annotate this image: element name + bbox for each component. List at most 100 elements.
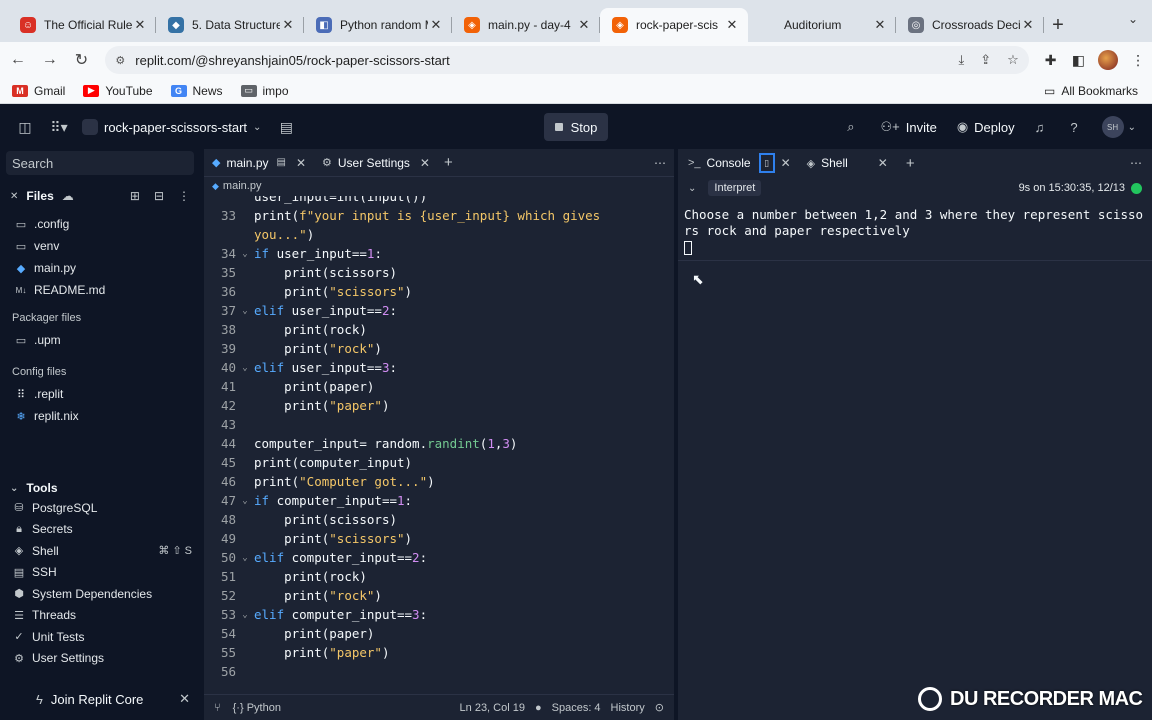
new-tab-icon[interactable]: +: [1044, 8, 1072, 42]
code-line[interactable]: 53 ⌄ elif computer_input==3:: [204, 605, 674, 624]
tool-item-unit-tests[interactable]: ✓ Unit Tests: [0, 626, 200, 648]
bell-icon[interactable]: ♫: [1035, 120, 1051, 135]
close-icon[interactable]: ✕: [420, 156, 430, 170]
code-line[interactable]: 43: [204, 415, 674, 434]
search-icon[interactable]: ⌕: [847, 119, 860, 135]
chevron-down-icon[interactable]: ⌄: [1128, 122, 1136, 133]
file-item[interactable]: ▭ venv: [0, 235, 200, 257]
add-tab-icon[interactable]: +: [444, 154, 453, 171]
bookmark-item[interactable]: M Gmail: [12, 84, 65, 98]
tab-user-settings[interactable]: ⚙ User Settings ✕: [314, 149, 438, 177]
all-bookmarks[interactable]: ▭ All Bookmarks: [1044, 84, 1138, 98]
close-icon[interactable]: ✕: [132, 17, 148, 33]
code-line[interactable]: 44 computer_input= random.randint(1,3): [204, 434, 674, 453]
bookmark-item[interactable]: ▶ YouTube: [83, 84, 153, 98]
tool-item-user-settings[interactable]: ⚙ User Settings: [0, 648, 200, 670]
add-tab-icon[interactable]: +: [906, 155, 915, 172]
address-bar[interactable]: ⚙ replit.com/@shreyanshjain05/rock-paper…: [105, 46, 1029, 74]
tool-item-ssh[interactable]: ▤ SSH: [0, 562, 200, 584]
code-line[interactable]: 52 print("rock"): [204, 586, 674, 605]
close-icon[interactable]: ✕: [280, 17, 296, 33]
chevron-down-icon[interactable]: ⌄: [236, 610, 254, 620]
code-line[interactable]: 39 print("rock"): [204, 339, 674, 358]
trash-icon[interactable]: ▯: [758, 153, 775, 173]
indent-setting[interactable]: Spaces: 4: [552, 702, 601, 714]
browser-tab[interactable]: ◧ Python random M ✕: [304, 8, 452, 42]
chevron-down-icon[interactable]: ⌄: [236, 249, 254, 259]
code-line[interactable]: 37 ⌄ elif user_input==2:: [204, 301, 674, 320]
invite-button[interactable]: ⚇+ Invite: [880, 119, 936, 135]
files-section-header[interactable]: ✕ Files ☁ ⊞ ⊟ ⋮: [0, 185, 200, 207]
chevron-down-icon[interactable]: ⌄: [236, 363, 254, 373]
chevron-down-icon[interactable]: ✕: [10, 191, 18, 202]
code-line[interactable]: 36 print("scissors"): [204, 282, 674, 301]
browser-tab[interactable]: ◈ main.py - day-4 ✕: [452, 8, 600, 42]
close-icon[interactable]: ✕: [1020, 17, 1036, 33]
close-icon[interactable]: ✕: [296, 156, 306, 170]
avatar[interactable]: SH: [1101, 116, 1124, 138]
chevron-down-icon[interactable]: ⌄: [236, 306, 254, 316]
code-line[interactable]: 40 ⌄ elif user_input==3:: [204, 358, 674, 377]
join-core-banner[interactable]: ϟ Join Replit Core ✕: [0, 686, 200, 712]
code-line[interactable]: you..."): [204, 225, 674, 244]
star-icon[interactable]: ☆: [1007, 52, 1019, 68]
code-line[interactable]: 56: [204, 662, 674, 681]
tool-item-threads[interactable]: ☰ Threads: [0, 605, 200, 627]
url-text[interactable]: replit.com/@shreyanshjain05/rock-paper-s…: [135, 53, 942, 68]
file-item[interactable]: ▭ .config: [0, 213, 200, 235]
tool-item-secrets[interactable]: 🔒︎ Secrets: [0, 519, 200, 541]
tab-console[interactable]: >_ Console ▯ ✕: [682, 149, 797, 177]
tool-item-postgresql[interactable]: ⛁ PostgreSQL: [0, 497, 200, 519]
browser-tab[interactable]: ☺ The Official Rule ✕: [8, 8, 156, 42]
file-item[interactable]: ▭ .upm: [0, 329, 200, 351]
code-line[interactable]: 51 print(rock): [204, 567, 674, 586]
cursor-position[interactable]: Ln 23, Col 19: [460, 702, 525, 714]
history-button[interactable]: History: [611, 702, 645, 714]
more-icon[interactable]: ⋮: [178, 189, 190, 203]
deploy-button[interactable]: ◉ Deploy: [957, 119, 1015, 135]
sidebar-toggle-icon[interactable]: ◫: [14, 119, 36, 136]
browser-tab[interactable]: ◆ 5. Data Structure ✕: [156, 8, 304, 42]
chevron-down-icon[interactable]: ⌄: [253, 122, 261, 133]
more-icon[interactable]: ⋯: [1130, 156, 1142, 170]
code-line[interactable]: 41 print(paper): [204, 377, 674, 396]
share-icon[interactable]: ⇪: [980, 52, 991, 68]
code-line[interactable]: 33 print(f"your input is {user_input} whi…: [204, 206, 674, 225]
back-icon[interactable]: ←: [4, 51, 32, 69]
file-item[interactable]: ⠿ .replit: [0, 383, 200, 405]
code-line[interactable]: 42 print("paper"): [204, 396, 674, 415]
chevron-down-icon[interactable]: ⌄: [688, 183, 696, 194]
search-input[interactable]: Search: [6, 151, 194, 175]
more-icon[interactable]: ⋯: [654, 156, 666, 170]
breadcrumb-file[interactable]: main.py: [223, 180, 262, 192]
install-icon[interactable]: ⤓: [958, 52, 964, 68]
reload-icon[interactable]: ↻: [68, 50, 96, 70]
code-line[interactable]: 38 print(rock): [204, 320, 674, 339]
tools-section-header[interactable]: ⌄ Tools: [0, 477, 200, 499]
file-item[interactable]: M↓ README.md: [0, 279, 200, 301]
close-icon[interactable]: ✕: [724, 17, 740, 33]
file-item[interactable]: ◆ main.py: [0, 257, 200, 279]
bookmark-item[interactable]: ▭ impo: [240, 84, 289, 98]
console-output[interactable]: Choose a number between 1,2 and 3 where …: [678, 199, 1152, 261]
bookmark-item[interactable]: G News: [170, 84, 223, 98]
site-info-icon[interactable]: ⚙: [115, 54, 125, 67]
new-file-icon[interactable]: ⊞: [130, 189, 140, 203]
tool-item-shell[interactable]: ◈ Shell ⌘ ⇧ S: [0, 540, 200, 562]
help-icon[interactable]: ?: [1070, 120, 1083, 135]
close-icon[interactable]: ✕: [428, 17, 444, 33]
forward-icon[interactable]: →: [36, 51, 64, 69]
code-line[interactable]: 47 ⌄ if computer_input==1:: [204, 491, 674, 510]
code-line[interactable]: 55 print("paper"): [204, 643, 674, 662]
layout-icon[interactable]: ▤: [275, 119, 297, 136]
replit-logo-icon[interactable]: ⠿▾: [48, 119, 70, 136]
tab-main-py[interactable]: ◆ main.py ▤ ✕: [204, 149, 314, 177]
browser-tab[interactable]: ◎ Crossroads Deci ✕: [896, 8, 1044, 42]
menu-icon[interactable]: ⋮: [1124, 52, 1152, 69]
browser-tab[interactable]: Auditorium ✕: [748, 8, 896, 42]
stop-button[interactable]: Stop: [544, 113, 608, 141]
chevron-down-icon[interactable]: ⌄: [236, 496, 254, 506]
tab-search-icon[interactable]: ⌄: [1128, 12, 1138, 26]
file-item[interactable]: ❄ replit.nix: [0, 405, 200, 427]
close-icon[interactable]: ✕: [872, 17, 888, 33]
